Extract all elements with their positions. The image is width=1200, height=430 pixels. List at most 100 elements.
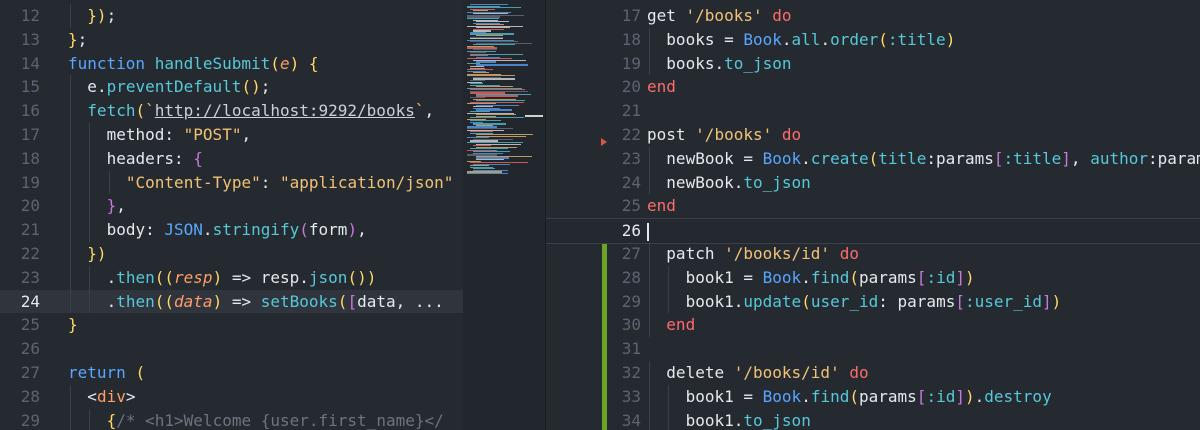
code-line[interactable]: 26 [0, 337, 463, 361]
code-token: /* <h1>Welcome {user.first_name}</ [116, 410, 444, 430]
code-token: ( [337, 291, 348, 311]
line-number: 20 [621, 77, 641, 97]
code-line[interactable]: 20}, [0, 194, 463, 219]
indent-guide [649, 384, 650, 409]
code-line[interactable]: 31 [545, 337, 1200, 361]
code-token: ( [868, 148, 879, 168]
code-line[interactable]: 28 book1 = Book.find(params[:id]) [545, 265, 1200, 290]
code-line[interactable]: 29 {/* <h1>Welcome {user.first_name}</ [0, 408, 463, 430]
indent-guide [649, 27, 650, 52]
code-text: end [647, 75, 676, 99]
code-text: books.to_json [666, 52, 791, 76]
code-line[interactable]: 23 newBook = Book.create(title:params[:ti… [545, 146, 1200, 171]
code-token: { [106, 410, 117, 430]
code-text: e.preventDefault(); [87, 75, 270, 99]
indent-guide [70, 408, 71, 430]
code-token: :param [1147, 148, 1200, 168]
code-text: end [666, 313, 695, 337]
code-line[interactable]: 23 .then((resp) => resp.json()) [0, 265, 463, 290]
line-number: 21 [621, 101, 641, 121]
line-number: 23 [621, 148, 641, 168]
code-token: ) [212, 267, 223, 287]
code-line[interactable]: 25} [0, 313, 463, 337]
code-line[interactable]: 18 books = Book.all.order(:title) [545, 27, 1200, 52]
code-token: . [781, 29, 792, 49]
code-token: params [859, 386, 917, 406]
code-line[interactable]: 22 post '/books' do [545, 123, 1200, 147]
code-token: [ [347, 291, 358, 311]
code-token: < [87, 386, 97, 406]
line-number: 19 [621, 53, 641, 73]
code-line[interactable]: 15 e.preventDefault(); [0, 75, 463, 100]
code-token: , [241, 125, 252, 144]
pane-divider[interactable] [545, 0, 546, 430]
code-line[interactable]: 21 body: JSON.stringify(form), [0, 218, 463, 242]
code-line[interactable]: 29 book1.update(user_id: params[:user_id]… [545, 289, 1200, 314]
code-token: resp. [260, 267, 309, 287]
indent-guide [70, 170, 71, 195]
code-token: ; [77, 29, 88, 49]
code-line[interactable]: 26 [545, 218, 1200, 244]
minimap-viewport-marker[interactable] [525, 115, 543, 117]
left-editor-pane[interactable]: 12}); 13}; 14 function handleSubmit(e) {15 e… [0, 0, 463, 430]
indent-guide [70, 265, 71, 290]
code-token: "POST" [183, 125, 242, 144]
code-line[interactable]: 34 book1.to_json [545, 408, 1200, 430]
code-line[interactable]: 14 function handleSubmit(e) { [0, 52, 463, 76]
code-token: : params [878, 291, 956, 311]
line-number: 16 [20, 101, 40, 121]
code-line[interactable]: 19 books.to_json [545, 51, 1200, 76]
code-token: ( [299, 220, 309, 240]
code-token: ) [347, 220, 358, 240]
minimap[interactable] [463, 0, 545, 430]
code-token: to_json [743, 172, 811, 192]
line-number: 28 [20, 386, 40, 406]
code-token: all [791, 29, 821, 49]
code-line[interactable]: 19 "Content-Type": "application/json" [0, 170, 463, 195]
code-token: books. [666, 53, 725, 73]
code-token: post [647, 125, 696, 144]
code-line[interactable]: 17 method: "POST", [0, 123, 463, 147]
code-line[interactable]: 32 delete '/books/id' do [545, 361, 1200, 385]
code-line[interactable]: 21 [545, 99, 1200, 123]
code-token: update [743, 291, 802, 311]
code-line[interactable]: 13}; [0, 28, 463, 52]
code-token: Book [762, 148, 802, 168]
code-line[interactable]: 25 end [545, 194, 1200, 218]
indent-guide [89, 194, 91, 219]
code-token: ] [1042, 291, 1052, 311]
code-line[interactable]: 16 fetch(`http://localhost:9292/books`, [0, 99, 463, 123]
line-number: 24 [20, 291, 40, 311]
code-token: handleSubmit [154, 53, 271, 73]
code-token: ( [801, 291, 811, 311]
code-line[interactable]: 17 get '/books' do [545, 4, 1200, 28]
code-token: book1 = [685, 386, 763, 406]
indent-guide [649, 265, 650, 290]
code-token: :user_id [964, 291, 1043, 311]
right-editor-pane[interactable]: 17 get '/books' do 18 books = Book.all.orde… [545, 0, 1200, 430]
code-line[interactable]: 27 patch '/books/id' do [545, 242, 1200, 266]
code-line[interactable]: 33 book1 = Book.find(params[:id]).destroy [545, 384, 1200, 409]
code-token: '/books/id' [733, 363, 840, 382]
code-line[interactable]: 12}); [0, 4, 463, 28]
line-number: 21 [20, 220, 40, 240]
code-token: book1. [685, 291, 744, 311]
code-text: method: "POST", [107, 123, 252, 147]
code-line[interactable]: 27 return ( [0, 361, 463, 385]
code-line[interactable]: 18 headers: { [0, 146, 463, 171]
code-token: fetch [87, 101, 136, 121]
code-line[interactable]: 22}) [0, 242, 463, 266]
code-line[interactable]: 30 end [545, 313, 1200, 338]
code-line[interactable]: 28 <div> [0, 384, 463, 409]
code-token: :id [926, 267, 956, 287]
line-number: 33 [621, 386, 641, 406]
code-text: .then((data) => setBooks([data, ... [107, 290, 444, 314]
code-line[interactable]: 24 .then((data) => setBooks([data, ... [0, 289, 463, 314]
line-number: 20 [20, 196, 40, 216]
code-text: .then((resp) => resp.json()) [107, 266, 377, 290]
indent-guide [89, 265, 91, 290]
code-line[interactable]: 24 newBook.to_json [545, 170, 1200, 195]
code-text: }) [87, 242, 106, 266]
code-token: ()) [347, 267, 377, 287]
code-line[interactable]: 20 end [545, 75, 1200, 99]
